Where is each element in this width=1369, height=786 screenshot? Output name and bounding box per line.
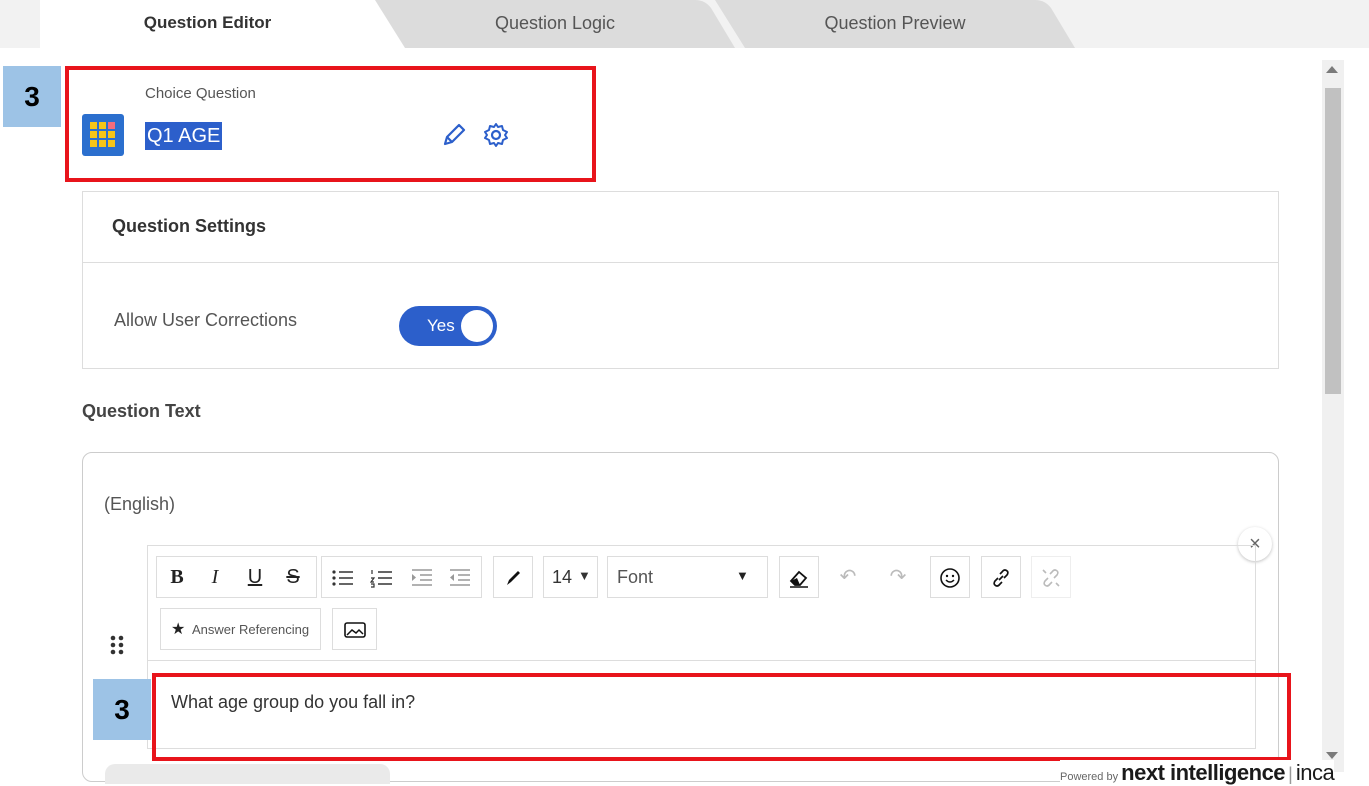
image-icon[interactable]: [337, 609, 373, 649]
answer-referencing-label: Answer Referencing: [192, 622, 310, 637]
format-group: B I U S: [156, 556, 317, 598]
undo-icon[interactable]: ↶: [830, 557, 866, 597]
text-color-brush-icon[interactable]: [495, 557, 531, 597]
question-text-content[interactable]: What age group do you fall in?: [171, 692, 415, 713]
font-size-select[interactable]: 14 ▼: [543, 556, 598, 598]
choice-question-grid-icon: [82, 114, 124, 156]
tab-label: Question Logic: [494, 13, 616, 33]
redo-icon[interactable]: ↷: [880, 557, 916, 597]
emoji-group: [930, 556, 970, 598]
next-section-tab: [105, 764, 390, 784]
underline-icon[interactable]: U: [237, 557, 273, 597]
tab-question-logic[interactable]: Question Logic: [375, 0, 735, 48]
link-icon[interactable]: [983, 557, 1019, 597]
font-family-value: Font: [617, 567, 654, 587]
image-insert-group: [332, 608, 377, 650]
font-family-select[interactable]: Font ▼: [607, 556, 768, 598]
gear-settings-icon[interactable]: [482, 121, 510, 149]
answer-referencing-button[interactable]: ★ Answer Referencing: [160, 608, 321, 650]
clear-format-group: [779, 556, 819, 598]
star-icon: ★: [171, 621, 186, 638]
tab-label: Question Editor: [143, 13, 272, 32]
font-size-value: 14: [552, 567, 573, 587]
tab-question-editor[interactable]: Question Editor: [40, 0, 420, 48]
link-group: [981, 556, 1021, 598]
allow-corrections-label: Allow User Corrections: [114, 310, 298, 330]
indent-icon[interactable]: [404, 557, 440, 597]
toggle-knob: [461, 310, 493, 342]
brand-logo-text: next intelligence: [1121, 760, 1286, 785]
emoji-icon[interactable]: [932, 557, 968, 597]
step-badge: 3: [3, 66, 61, 127]
powered-by-label: Powered by: [1060, 771, 1119, 783]
allow-corrections-toggle[interactable]: Yes: [399, 306, 497, 346]
chevron-down-icon: ▼: [736, 568, 749, 583]
divider: [83, 262, 1278, 263]
question-type-label: Choice Question: [145, 85, 256, 102]
color-group: [493, 556, 533, 598]
brand-logo-text: inca: [1295, 760, 1335, 785]
strikethrough-icon[interactable]: S: [275, 557, 311, 597]
numbered-list-icon[interactable]: [364, 557, 400, 597]
scroll-up-arrow-icon[interactable]: [1326, 66, 1338, 73]
scroll-down-arrow-icon[interactable]: [1326, 752, 1338, 759]
unlink-icon[interactable]: [1033, 557, 1069, 597]
pencil-edit-icon[interactable]: [440, 121, 468, 149]
powered-by: Powered by next intelligence | inca: [1060, 760, 1335, 785]
bullet-list-icon[interactable]: [325, 557, 361, 597]
question-name[interactable]: Q1 AGE: [145, 122, 223, 150]
divider: [148, 660, 1255, 661]
italic-icon[interactable]: I: [197, 557, 233, 597]
settings-title: Question Settings: [112, 216, 267, 236]
outdent-icon[interactable]: [442, 557, 478, 597]
drag-handle-icon[interactable]: [106, 632, 128, 663]
tab-question-preview[interactable]: Question Preview: [715, 0, 1075, 48]
bold-icon[interactable]: B: [159, 557, 195, 597]
language-label: (English): [104, 494, 176, 514]
question-text-title: Question Text: [82, 401, 201, 421]
tab-label: Question Preview: [824, 13, 966, 33]
highlight-box: [152, 673, 1291, 761]
eraser-icon[interactable]: [781, 557, 817, 597]
step-badge: 3: [93, 679, 151, 740]
chevron-down-icon: ▼: [578, 568, 591, 583]
scrollbar-thumb[interactable]: [1325, 88, 1341, 394]
toggle-value: Yes: [427, 316, 455, 335]
list-group: [321, 556, 482, 598]
unlink-group: [1031, 556, 1071, 598]
